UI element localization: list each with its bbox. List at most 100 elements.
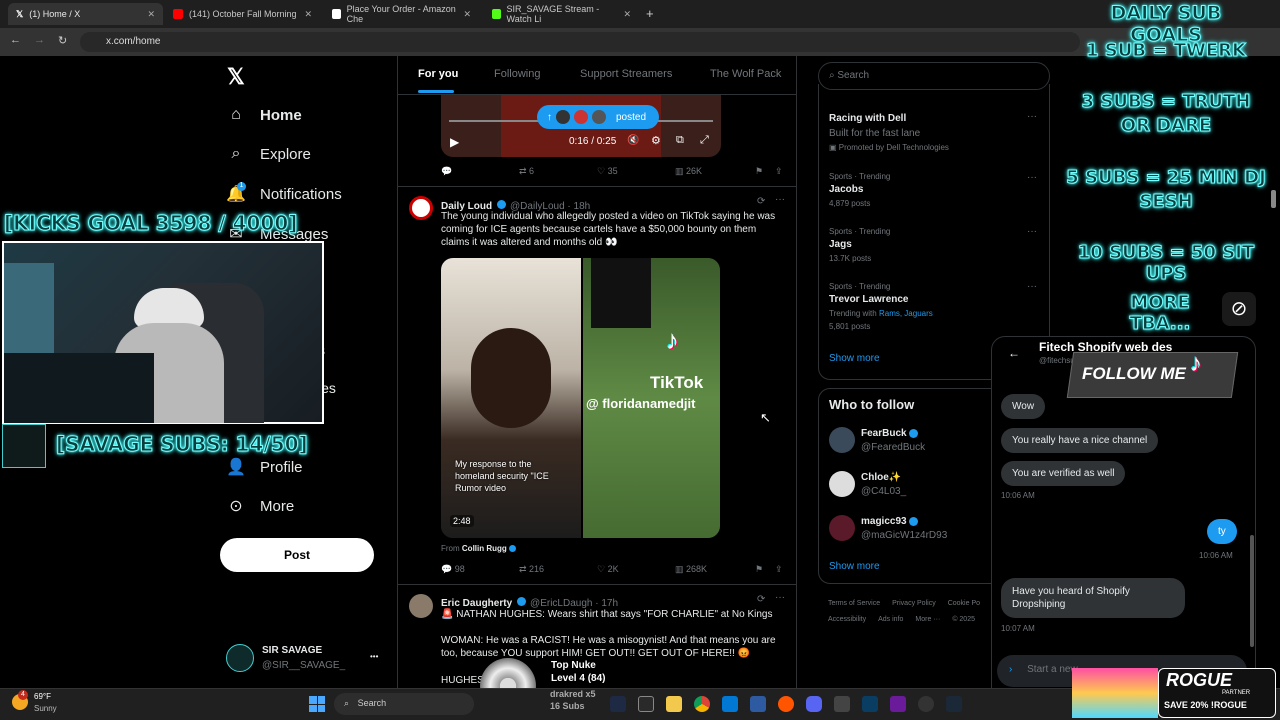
more-options-icon[interactable]: ··· [1027,172,1037,183]
folder-icon[interactable] [666,696,682,712]
trend-links[interactable]: Rams, Jaguars [879,309,933,318]
show-more-link[interactable]: Show more [829,561,880,572]
reply-button[interactable]: 💬 98 [441,564,519,575]
grok-icon[interactable]: ⟳ [757,594,765,605]
app-icon[interactable] [750,696,766,712]
app-icon[interactable] [862,696,878,712]
soundcloud-icon[interactable] [778,696,794,712]
tab-home-x[interactable]: 𝕏 (1) Home / X ✕ [8,3,163,25]
url-input[interactable]: x.com/home [80,32,1080,52]
trend-title[interactable]: Jacobs [829,184,863,195]
share-icon[interactable]: ⇪ [775,564,783,575]
avatar [556,110,570,124]
chrome-icon[interactable] [694,696,710,712]
reply-button[interactable]: 💬 [441,166,519,177]
settings-icon[interactable]: ⚙ [651,134,661,147]
nav-profile[interactable]: 👤 Profile [226,457,303,477]
avatar[interactable] [409,594,433,618]
more-options-icon[interactable]: ··· [1027,111,1037,122]
more-options-icon[interactable]: ··· [775,194,785,205]
steam-icon[interactable] [946,696,962,712]
footer-link[interactable]: Privacy Policy [892,600,936,607]
tab-kick[interactable]: SIR_SAVAGE Stream - Watch Li ✕ [484,3,639,25]
tab-youtube[interactable]: (141) October Fall Morning ✕ [165,3,320,25]
tab-support-streamers[interactable]: Support Streamers [580,68,672,80]
avatar[interactable] [226,644,254,672]
from-name[interactable]: Collin Rugg [462,544,507,553]
reload-icon[interactable]: ↻ [58,34,67,47]
nav-notifications-label: Notifications [260,185,342,203]
retweet-button[interactable]: ⇄ 216 [519,564,597,575]
views-button[interactable]: ▥ 268K [675,564,755,575]
tab-amazon[interactable]: Place Your Order - Amazon Che ✕ [324,3,479,25]
taskbar-search[interactable]: ⌕ Search [334,693,474,715]
fullscreen-icon[interactable]: ⤢ [700,134,709,147]
footer-link[interactable]: More ··· [915,616,940,623]
promo-title[interactable]: Racing with Dell [829,113,906,124]
expand-icon[interactable]: › [1009,664,1012,675]
more-options-icon[interactable]: ··· [775,592,785,603]
tweet-actions: 💬 98 ⇄ 216 ♡ 2K ▥ 268K ⚑ ⇪ [441,564,786,575]
close-tab-icon[interactable]: ✕ [463,9,471,20]
x-logo-icon[interactable]: 𝕏 [227,64,245,90]
avatar[interactable] [409,196,433,220]
footer-link[interactable]: Cookie Po [948,600,980,607]
windows-start-icon[interactable] [309,696,325,712]
new-posts-pill[interactable]: ↑ posted [537,105,659,129]
account-menu-icon[interactable]: ••• [370,652,378,661]
forward-icon[interactable]: → [34,34,45,46]
obs-icon[interactable] [918,696,934,712]
close-tab-icon[interactable]: ✕ [147,9,155,20]
taskview-icon[interactable] [610,696,626,712]
tab-for-you[interactable]: For you [418,68,458,80]
tab-following[interactable]: Following [494,68,540,80]
video-duration: 2:48 [450,515,474,527]
tab-wolf-pack[interactable]: The Wolf Pack [710,68,781,80]
back-arrow-icon[interactable]: ← [1008,346,1020,360]
pip-icon[interactable]: ⧉ [676,134,684,147]
avatar[interactable] [829,471,855,497]
message-bubble: Wow [1001,394,1046,419]
volume-icon[interactable]: 🔇 [627,135,639,146]
grok-icon[interactable]: ⟳ [757,196,765,207]
avatar[interactable] [829,427,855,453]
like-button[interactable]: ♡ 2K [597,564,675,575]
follow-suggestion-name[interactable]: FearBuck [861,428,919,439]
views-button[interactable]: ▥ 26K [675,166,755,177]
new-tab-button[interactable]: + [646,6,654,21]
show-more-link[interactable]: Show more [829,353,880,364]
post-button[interactable]: Post [220,538,374,572]
share-icon[interactable]: ⇪ [775,166,783,177]
store-icon[interactable] [722,696,738,712]
avatar[interactable] [829,515,855,541]
like-button[interactable]: ♡ 35 [597,166,675,177]
follow-suggestion-name[interactable]: Chloe✨ [861,472,901,483]
play-icon[interactable]: ▶ [450,135,459,149]
back-icon[interactable]: ← [10,34,21,46]
app-icon[interactable] [834,696,850,712]
nav-more[interactable]: ⊙ More [226,496,294,516]
nav-explore[interactable]: ⌕ Explore [226,145,311,163]
more-options-icon[interactable]: ··· [1027,226,1037,237]
trend-title[interactable]: Jags [829,239,852,250]
nav-home[interactable]: ⌂ Home [226,106,302,124]
close-tab-icon[interactable]: ✕ [304,9,312,20]
close-tab-icon[interactable]: ✕ [623,9,631,20]
verified-icon [509,545,517,553]
follow-suggestion-name[interactable]: magicc93 [861,516,919,527]
footer-link[interactable]: Ads info [878,616,903,623]
discord-icon[interactable] [806,696,822,712]
bookmark-icon[interactable]: ⚑ [755,166,775,177]
page-scrollbar[interactable] [1271,190,1276,208]
trend-title[interactable]: Trevor Lawrence [829,294,908,305]
kick-icon [492,9,501,19]
dm-scrollbar[interactable] [1250,535,1254,647]
retweet-count: 6 [529,166,535,176]
more-options-icon[interactable]: ··· [1027,281,1037,292]
retweet-button[interactable]: ⇄ 6 [519,166,597,177]
app-icon[interactable] [638,696,654,712]
footer-link[interactable]: Accessibility [828,616,866,623]
bookmark-icon[interactable]: ⚑ [755,564,775,575]
footer-link[interactable]: Terms of Service [828,600,880,607]
app-icon[interactable] [890,696,906,712]
